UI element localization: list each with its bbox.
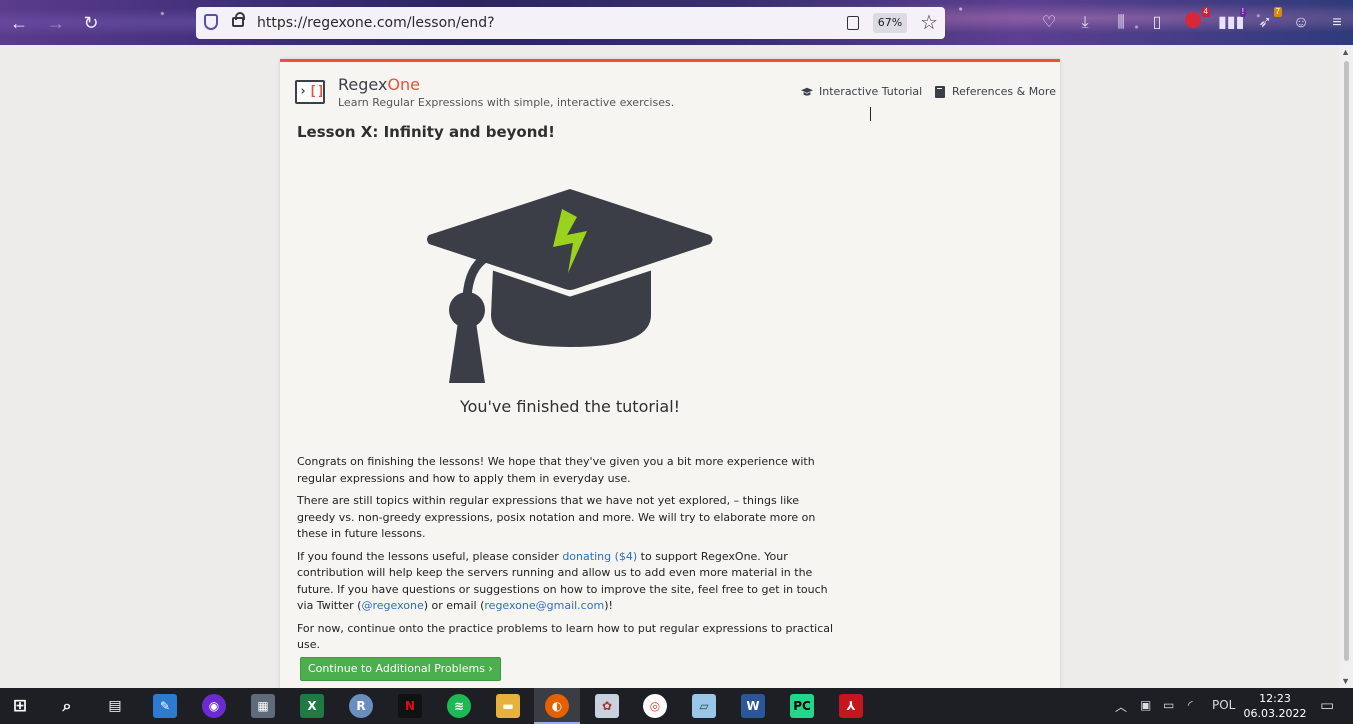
calculator-icon[interactable]: ▦	[251, 694, 275, 718]
donate-text-d: )!	[604, 599, 613, 612]
scroll-thumb[interactable]	[1344, 61, 1349, 661]
content-card: ›[] RegexOne Learn Regular Expressions w…	[280, 59, 1060, 688]
menu-hamburger-icon[interactable]: ≡	[1326, 12, 1348, 34]
scroll-up-arrow-icon[interactable]: ▲	[1341, 47, 1350, 57]
graduation-cap-icon	[801, 87, 813, 96]
vertical-scrollbar[interactable]: ▲ ▼	[1339, 45, 1353, 688]
regexone-logo-icon[interactable]: ›[]	[295, 80, 325, 104]
lesson-body: Congrats on finishing the lessons! We ho…	[297, 454, 837, 660]
pocket-icon[interactable]: ♡	[1038, 12, 1060, 34]
paragraph-topics: There are still topics within regular ex…	[297, 494, 816, 540]
forward-button[interactable]: →	[45, 12, 67, 34]
adblock-badge: 4	[1201, 7, 1210, 17]
finished-caption: You've finished the tutorial!	[459, 397, 681, 416]
firefox-icon[interactable]: ◐	[545, 694, 569, 718]
nav-references-label: References & More	[952, 85, 1056, 98]
app-sketch-icon[interactable]: ✎	[153, 694, 177, 718]
twitter-link[interactable]: @regexone	[361, 599, 423, 612]
extension-badge-count: 7	[1273, 7, 1282, 17]
brand-one: One	[387, 75, 421, 94]
extension-rocket-icon[interactable]: ➶ 7	[1254, 7, 1282, 34]
donate-text-c: ) or email (	[423, 599, 485, 612]
bookmark-star-icon[interactable]: ☆	[920, 10, 938, 35]
brand-regex: Regex	[338, 75, 388, 94]
nav-interactive-tutorial[interactable]: Interactive Tutorial	[801, 85, 922, 98]
language-indicator[interactable]: POL	[1212, 698, 1235, 712]
site-tagline: Learn Regular Expressions with simple, i…	[338, 96, 675, 109]
excel-icon[interactable]: X	[300, 694, 324, 718]
library-icon[interactable]: ⫼	[1110, 12, 1132, 34]
back-button[interactable]: ←	[8, 12, 30, 34]
windows-start-icon[interactable]: ⊞	[8, 694, 32, 718]
scroll-down-arrow-icon[interactable]: ▼	[1341, 676, 1350, 686]
downloads-icon[interactable]: ⤓	[1074, 12, 1096, 34]
adblock-extension-icon[interactable]: 4	[1182, 7, 1210, 34]
search-icon[interactable]: ⌕	[55, 694, 79, 718]
reader-view-icon[interactable]	[847, 16, 859, 30]
clock-date: 06.03.2022	[1243, 707, 1307, 720]
continue-problems-button[interactable]: Continue to Additional Problems ›	[300, 657, 501, 681]
extension-badge: !	[1239, 7, 1246, 17]
acrobat-icon[interactable]: ⅄	[839, 694, 863, 718]
email-link[interactable]: regexone@gmail.com	[484, 599, 604, 612]
sidebar-icon[interactable]: ▯	[1146, 12, 1168, 34]
reload-button[interactable]: ↻	[80, 12, 102, 34]
notifications-icon[interactable]: ▭	[1320, 696, 1334, 714]
windows-taskbar: ⊞ ⌕ ▤ ✎ ◉ ▦ X R N ≋ ▬ ◐ ✿ ◎ ▱ W PC ⅄ ︿ ▣…	[0, 688, 1353, 724]
address-bar[interactable]: https://regexone.com/lesson/end? 67% ☆	[196, 7, 945, 39]
donate-link[interactable]: donating ($4)	[562, 550, 637, 563]
extension-bars-icon[interactable]: ▮▮▮ !	[1218, 7, 1246, 34]
wifi-icon[interactable]: ◜	[1188, 698, 1193, 712]
page-viewport: ›[] RegexOne Learn Regular Expressions w…	[0, 45, 1353, 688]
text-cursor	[870, 107, 871, 121]
clock-time: 12:23	[1259, 692, 1291, 705]
paragraph-donate: If you found the lessons useful, please …	[297, 549, 837, 615]
spotify-icon[interactable]: ≋	[447, 694, 471, 718]
url-text[interactable]: https://regexone.com/lesson/end?	[257, 15, 495, 31]
task-view-icon[interactable]: ▤	[103, 694, 127, 718]
r-language-icon[interactable]: R	[349, 694, 373, 718]
pycharm-icon[interactable]: PC	[790, 694, 814, 718]
battery-icon[interactable]: ▭	[1163, 698, 1174, 712]
nav-tutorial-label: Interactive Tutorial	[819, 85, 923, 98]
donate-text-a: If you found the lessons useful, please …	[297, 549, 563, 563]
tray-chevron-icon[interactable]: ︿	[1115, 698, 1127, 715]
book-icon	[935, 85, 945, 98]
lock-icon[interactable]	[232, 12, 245, 27]
paragraph-congrats: Congrats on finishing the lessons! We ho…	[297, 455, 815, 485]
app-paint-icon[interactable]: ✿	[595, 694, 619, 718]
system-clock[interactable]: 12:23 06.03.2022	[1240, 691, 1310, 721]
site-brand[interactable]: RegexOne	[338, 75, 420, 94]
tray-device-icon[interactable]: ▣	[1140, 698, 1151, 712]
nav-references[interactable]: References & More	[934, 85, 1056, 98]
graduation-cap-bolt-illustration	[427, 189, 713, 383]
zoom-level-indicator[interactable]: 67%	[873, 13, 907, 33]
tracking-protection-icon[interactable]	[204, 14, 218, 30]
word-icon[interactable]: W	[741, 694, 765, 718]
file-explorer-icon[interactable]: ▬	[496, 694, 520, 718]
app-notes-icon[interactable]: ▱	[692, 694, 716, 718]
lesson-title: Lesson X: Infinity and beyond!	[297, 123, 555, 141]
netflix-icon[interactable]: N	[398, 694, 422, 718]
extension-avatar-icon[interactable]: ☺	[1290, 12, 1312, 34]
app-tor-icon[interactable]: ◉	[202, 694, 226, 718]
paragraph-continue: For now, continue onto the practice prob…	[297, 621, 834, 652]
browser-toolbar: ← → ↻ https://regexone.com/lesson/end? 6…	[0, 0, 1353, 45]
chrome-icon[interactable]: ◎	[643, 694, 667, 718]
